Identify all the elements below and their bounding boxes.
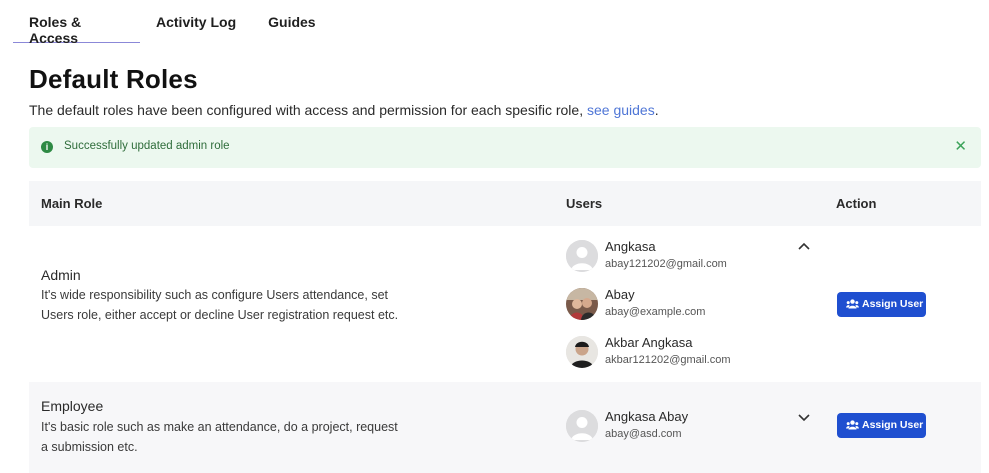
- avatar: [566, 288, 598, 320]
- header-users: Users: [566, 196, 603, 211]
- page-title: Default Roles: [29, 64, 198, 94]
- user-item: Abay abay@example.com: [566, 287, 776, 322]
- user-email: akbar121202@gmail.com: [605, 354, 731, 366]
- info-icon: i: [41, 141, 53, 153]
- subtitle-text: The default roles have been configured w…: [29, 102, 587, 118]
- user-email: abay121202@gmail.com: [605, 258, 727, 270]
- role-name: Admin: [41, 267, 81, 283]
- user-email: abay@example.com: [605, 306, 706, 318]
- users-icon: [846, 420, 859, 430]
- table-header: Main Role Users Action: [29, 181, 981, 226]
- assign-user-label: Assign User: [862, 298, 924, 310]
- user-photo: [566, 288, 598, 320]
- alert-message: Successfully updated admin role: [64, 140, 230, 152]
- subtitle-end: .: [654, 102, 659, 118]
- user-item: Angkasa Abay abay@asd.com: [566, 409, 776, 444]
- user-item: Akbar Angkasa akbar121202@gmail.com: [566, 335, 776, 370]
- avatar: [566, 336, 598, 368]
- user-name: Abay: [605, 287, 635, 302]
- chevron-up-icon[interactable]: [797, 241, 811, 251]
- header-main-role: Main Role: [41, 196, 103, 211]
- tab-guides[interactable]: Guides: [252, 0, 331, 43]
- avatar: [566, 240, 598, 272]
- user-photo: [566, 336, 598, 368]
- user-placeholder-icon: [566, 240, 598, 272]
- assign-user-label: Assign User: [862, 419, 924, 431]
- page-subtitle: The default roles have been configured w…: [29, 102, 659, 118]
- role-name: Employee: [41, 398, 104, 414]
- close-icon[interactable]: ✕: [954, 139, 967, 154]
- role-description: It's basic role such as make an attendan…: [41, 420, 398, 454]
- header-action: Action: [836, 196, 877, 211]
- assign-user-button[interactable]: Assign User: [837, 292, 926, 317]
- user-name: Angkasa: [605, 239, 656, 254]
- chevron-down-icon[interactable]: [797, 413, 811, 423]
- role-description: It's wide responsibility such as configu…: [41, 288, 399, 322]
- user-item: Angkasa abay121202@gmail.com: [566, 239, 776, 274]
- user-placeholder-icon: [566, 410, 598, 442]
- tab-roles-access[interactable]: Roles & Access: [13, 0, 140, 46]
- assign-user-button[interactable]: Assign User: [837, 413, 926, 438]
- success-alert: i Successfully updated admin role ✕: [29, 127, 981, 168]
- avatar: [566, 410, 598, 442]
- tab-activity-log[interactable]: Activity Log: [140, 0, 252, 43]
- user-name: Akbar Angkasa: [605, 335, 693, 350]
- tab-bar: Roles & Access Activity Log Guides: [13, 0, 332, 46]
- user-email: abay@asd.com: [605, 428, 682, 440]
- table-row-employee: Employee It's basic role such as make an…: [29, 382, 981, 473]
- users-icon: [846, 299, 859, 309]
- table-row-admin: Admin It's wide responsibility such as c…: [29, 226, 981, 382]
- see-guides-link[interactable]: see guides: [587, 102, 655, 118]
- user-name: Angkasa Abay: [605, 409, 689, 424]
